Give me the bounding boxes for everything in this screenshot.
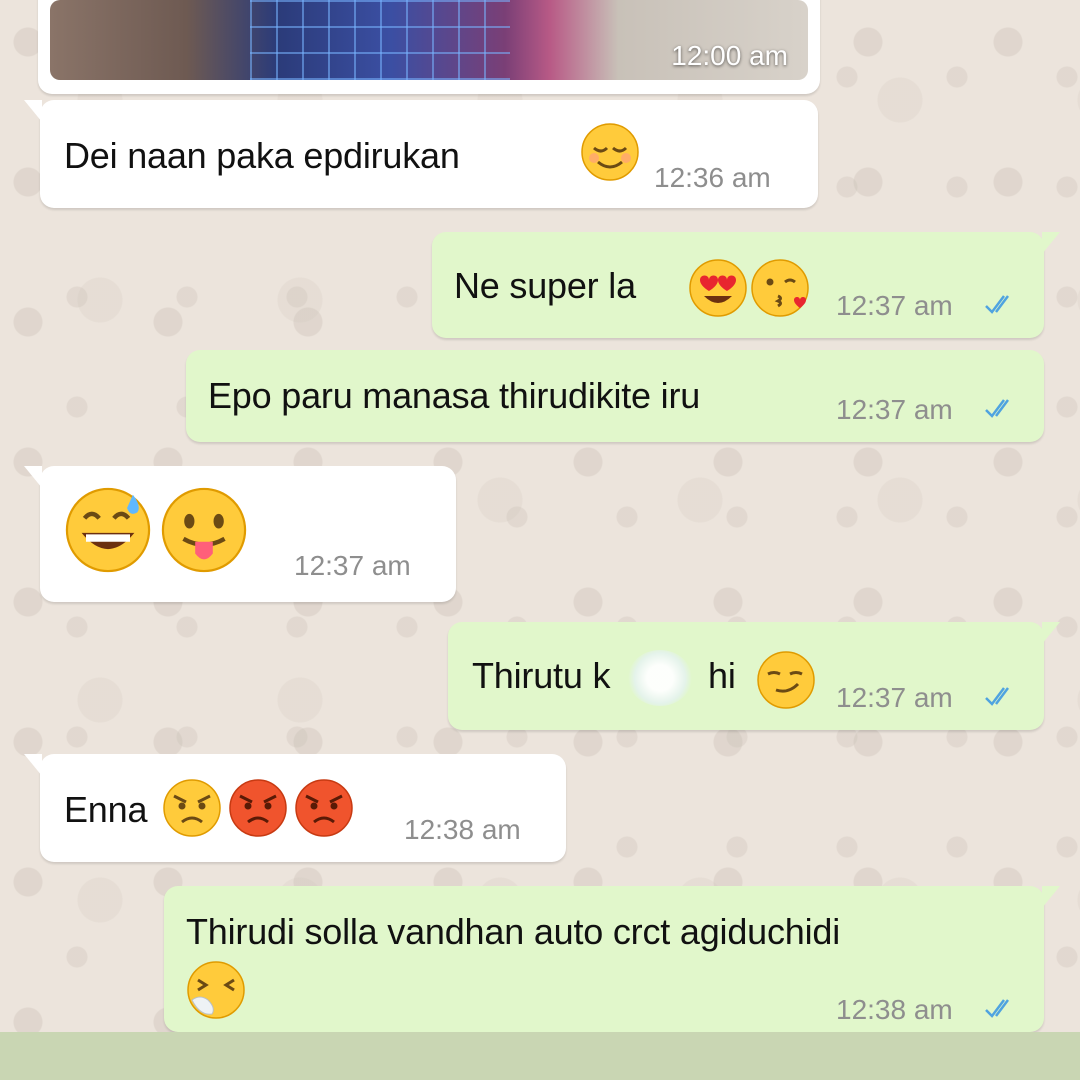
- message-time: 12:38 am: [836, 994, 953, 1025]
- read-ticks-icon: [984, 996, 1020, 1020]
- outgoing-message-bubble[interactable]: Ne super la 12:37 am: [432, 232, 1060, 338]
- read-ticks-icon: [984, 292, 1020, 316]
- message-text: Thirudi solla vandhan auto crct agiduchi…: [186, 911, 840, 952]
- message-text: Thirutu k: [472, 655, 611, 696]
- incoming-message-bubble[interactable]: 12:37 am: [24, 466, 456, 602]
- photo-message-bubble[interactable]: 12:00 am: [38, 0, 820, 94]
- read-ticks-icon: [984, 396, 1020, 420]
- smirking-face-icon: [756, 650, 816, 710]
- read-ticks-icon: [984, 684, 1020, 708]
- outgoing-message-bubble[interactable]: Thirudi solla vandhan auto crct agiduchi…: [164, 886, 1060, 1032]
- message-time: 12:36 am: [654, 162, 771, 193]
- message-time: 12:37 am: [836, 682, 953, 713]
- heart-eyes-icon: [688, 258, 748, 318]
- redacted-text-spot: [628, 650, 692, 706]
- outgoing-message-bubble[interactable]: Epo paru manasa thirudikite iru 12:37 am: [186, 350, 1044, 442]
- message-text: Ne super la: [454, 265, 636, 306]
- message-time: 12:38 am: [404, 814, 521, 845]
- photo-thumbnail[interactable]: 12:00 am: [50, 0, 808, 80]
- face-blowing-kiss-icon: [750, 258, 810, 318]
- outgoing-message-bubble[interactable]: Thirutu k hi 12:37 am: [448, 622, 1060, 730]
- bottom-bar: [0, 1032, 1080, 1080]
- sneezing-face-icon: [186, 960, 246, 1020]
- grinning-sweat-icon: [64, 486, 152, 574]
- relieved-face-icon: [580, 122, 640, 182]
- message-time: 12:00 am: [671, 40, 788, 71]
- message-time: 12:37 am: [836, 394, 953, 425]
- face-with-tongue-icon: [160, 486, 248, 574]
- pouting-face-icon: [294, 778, 354, 838]
- message-text: Dei naan paka epdirukan: [64, 135, 460, 176]
- message-time: 12:37 am: [294, 550, 411, 581]
- photo-pattern: [250, 0, 510, 80]
- incoming-message-bubble[interactable]: Enna 12:38 am: [24, 754, 566, 862]
- message-text: Enna: [64, 789, 148, 830]
- pouting-face-icon: [228, 778, 288, 838]
- message-text: Epo paru manasa thirudikite iru: [208, 375, 701, 416]
- angry-face-icon: [162, 778, 222, 838]
- message-text: hi: [708, 655, 736, 696]
- message-time: 12:37 am: [836, 290, 953, 321]
- incoming-message-bubble[interactable]: Dei naan paka epdirukan 12:36 am: [24, 100, 818, 208]
